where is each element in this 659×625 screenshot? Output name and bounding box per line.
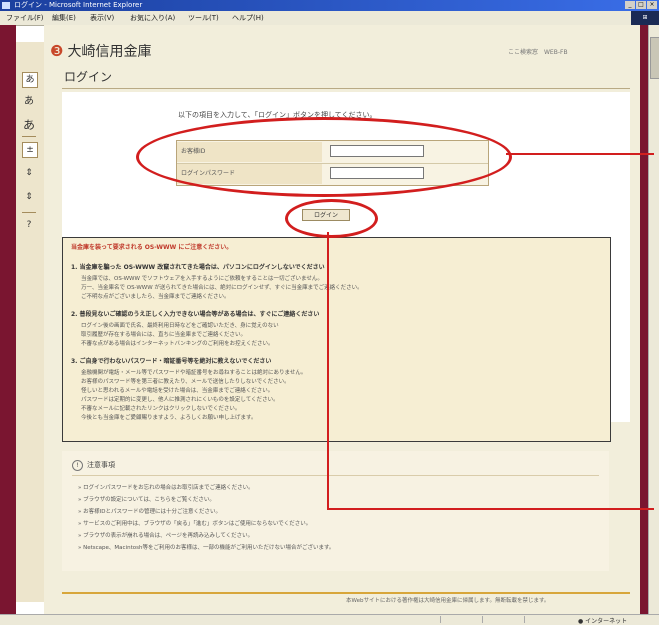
annotation-leader-vertical xyxy=(327,232,329,510)
notice-line: 取引履歴が存在する場合には、直ちに当金庫までご連絡ください。 xyxy=(81,332,247,338)
notice-line: 万一、当金庫名で OS-WWW が送られてきた場合には、絶対にログインせず、すぐ… xyxy=(81,285,363,291)
notice-line: 今後とも当金庫をご愛顧賜りますよう、よろしくお願い申し上げます。 xyxy=(81,415,257,421)
windows-logo: ⊞ xyxy=(631,11,659,25)
minimize-button[interactable]: _ xyxy=(625,1,635,9)
info-icon: ! xyxy=(72,460,83,471)
maximize-button[interactable]: □ xyxy=(636,1,646,9)
security-notice: 当金庫を装って要求される OS-WWW にご注意ください。 1. 当金庫を騙った… xyxy=(62,237,611,442)
help-button[interactable]: ? xyxy=(22,218,36,232)
notice-line: お客様のパスワード等を第三者に教えたり、メールで送信したりしないでください。 xyxy=(81,379,290,385)
notes-item: » お客様IDとパスワードの管理には十分ご注意ください。 xyxy=(78,509,221,515)
toolbar-divider xyxy=(22,136,36,137)
window-controls: _ □ × xyxy=(625,1,657,9)
font-medium-button[interactable]: あ xyxy=(22,95,36,109)
menu-help[interactable]: ヘルプ(H) xyxy=(232,13,264,23)
right-frame-border xyxy=(640,25,648,615)
scrollbar-thumb[interactable] xyxy=(650,37,659,79)
copyright-text: 本Webサイトにおける著作権は大崎信用金庫に帰属します。無断転載を禁じます。 xyxy=(346,598,550,604)
vertical-scrollbar[interactable] xyxy=(648,25,659,615)
notes-item: » サービスのご利用中は、ブラウザの「戻る」「進む」ボタンはご使用にならないでく… xyxy=(78,521,312,527)
ie-icon xyxy=(2,2,10,9)
bank-logo[interactable]: ❸ 大崎信用金庫 xyxy=(50,41,151,61)
notice-line: 怪しいと思われるメールや電話を受けた場合は、当金庫までご連絡ください。 xyxy=(81,388,274,394)
zoom-button[interactable]: ± xyxy=(22,142,38,158)
notice-line: ログイン後の画面で氏名、最終利用日時などをご確認いただき、身に覚えのない xyxy=(81,323,279,329)
toolbar-divider xyxy=(22,212,36,213)
notes-item: » ブラウザの表示が崩れる場合は、ページを再読み込みしてください。 xyxy=(78,533,254,539)
left-frame-border xyxy=(0,25,16,615)
accessibility-toolbar: あ あ あ ± ⇕ ⇕ ? xyxy=(16,42,44,602)
notes-heading: ! 注意事項 xyxy=(72,460,115,471)
menu-bar: ファイル(F) 編集(E) 表示(V) お気に入り(A) ツール(T) ヘルプ(… xyxy=(0,11,659,26)
page-title: ログイン xyxy=(64,70,113,84)
notice-line: パスワードは定期的に変更し、他人に推測されにくいものを設定してください。 xyxy=(81,397,279,403)
status-segment xyxy=(440,616,481,623)
footer-divider xyxy=(62,592,630,594)
window-title: ログイン - Microsoft Internet Explorer xyxy=(14,1,143,9)
notice-section-title: 2. 普段見ないご確認のうえ正しく入力できない場合等がある場合は、すぐにご連絡く… xyxy=(71,311,320,318)
title-bar: ログイン - Microsoft Internet Explorer _ □ × xyxy=(0,0,659,11)
notice-line: 不審なメールに記載されたリンクはクリックしないでください。 xyxy=(81,406,241,412)
annotation-leader-horizontal xyxy=(327,508,654,510)
menu-view[interactable]: 表示(V) xyxy=(90,13,114,23)
header-links[interactable]: ここ検索窓 WEB-FB xyxy=(508,47,568,56)
line-height-button[interactable]: ⇕ xyxy=(22,190,36,204)
notes-item: » Netscape、Macintosh等をご利用のお客様は、一部の機能がご利用… xyxy=(78,545,335,551)
annotation-circle-form xyxy=(136,117,512,197)
font-large-button[interactable]: あ xyxy=(22,118,36,132)
notice-heading: 当金庫を装って要求される OS-WWW にご注意ください。 xyxy=(71,244,233,251)
notice-line: ご不明な点がございましたら、当金庫までご連絡ください。 xyxy=(81,294,230,300)
notice-section-title: 1. 当金庫を騙った OS-WWW 改竄されてきた場合は、パソコンにログインしな… xyxy=(71,264,325,271)
bank-logo-icon: ❸ xyxy=(50,42,64,60)
bank-name: 大崎信用金庫 xyxy=(67,44,152,60)
annotation-pointer-form xyxy=(506,153,654,155)
notice-line: 金融機関が電話・メール等でパスワードや暗証番号をお尋ねすることは絶対にありません… xyxy=(81,370,307,376)
browser-window: ログイン - Microsoft Internet Explorer _ □ ×… xyxy=(0,0,659,625)
menu-favorites[interactable]: お気に入り(A) xyxy=(130,13,175,23)
notice-line: 不審な点がある場合はインターネットバンキングのご利用をお控えください。 xyxy=(81,341,274,347)
status-segment xyxy=(482,616,523,623)
notes-divider xyxy=(72,475,599,476)
menu-file[interactable]: ファイル(F) xyxy=(6,13,44,23)
notes-panel: ! 注意事項 » ログインパスワードをお忘れの場合はお取引店までご連絡ください。 … xyxy=(62,451,609,571)
notes-item: » ログインパスワードをお忘れの場合はお取引店までご連絡ください。 xyxy=(78,485,254,491)
notice-section-title: 3. ご自身で行わないパスワード・暗証番号等を絶対に教えないでください xyxy=(71,358,272,365)
title-divider xyxy=(62,88,630,89)
menu-edit[interactable]: 編集(E) xyxy=(52,13,76,23)
font-small-button[interactable]: あ xyxy=(22,72,38,88)
spacing-button[interactable]: ⇕ xyxy=(22,166,36,180)
close-button[interactable]: × xyxy=(647,1,657,9)
notice-line: 当金庫では、OS-WWW でソフトウェアを入手するようにご依頼をすることは一切ご… xyxy=(81,276,323,282)
menu-tools[interactable]: ツール(T) xyxy=(188,13,219,23)
annotation-circle-button xyxy=(285,199,378,238)
status-bar: ● インターネット xyxy=(0,614,659,625)
status-segment xyxy=(524,616,565,623)
notes-heading-text: 注意事項 xyxy=(87,461,115,469)
notes-item: » ブラウザの設定については、こちらをご覧ください。 xyxy=(78,497,215,503)
